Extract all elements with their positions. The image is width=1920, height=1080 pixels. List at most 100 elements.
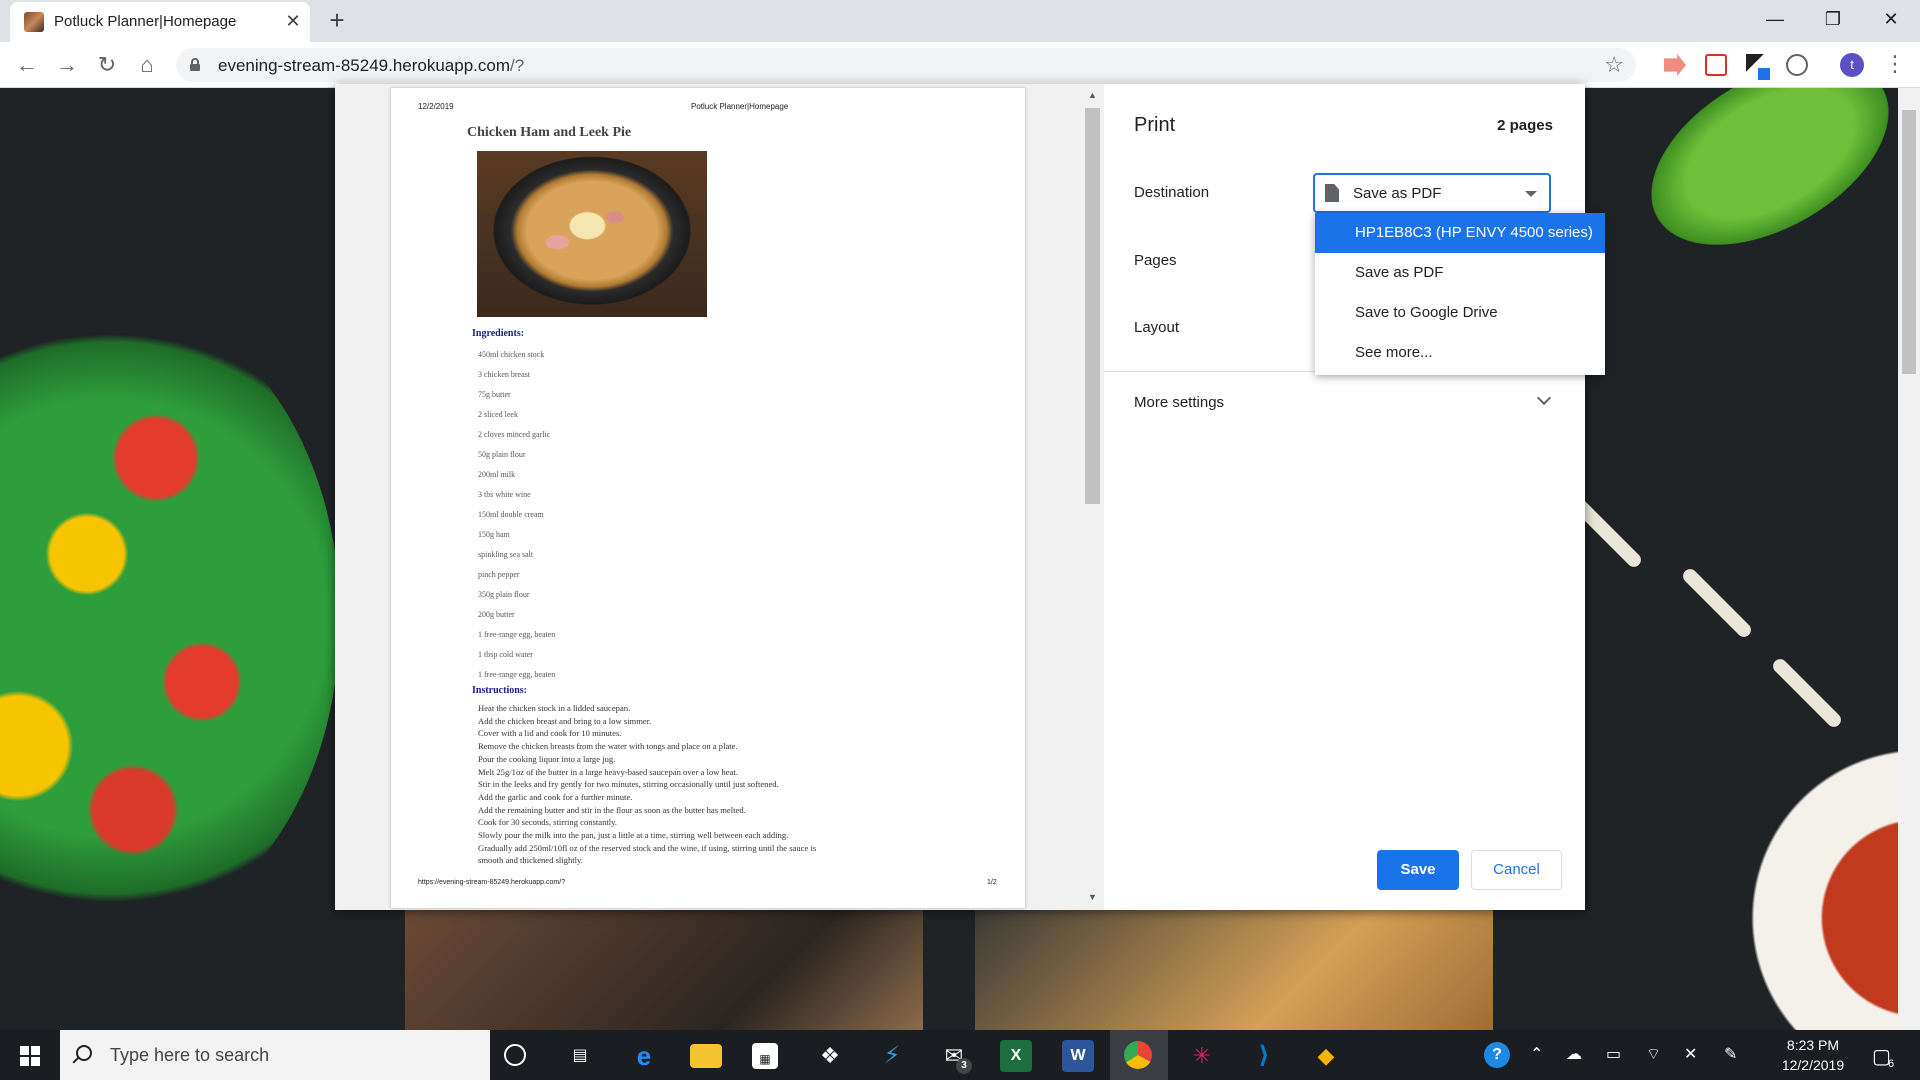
instruction-line: Pour the cooking liquor into a large jug… <box>478 753 616 764</box>
recipe-photo <box>477 151 707 317</box>
reload-button[interactable]: ↻ <box>91 49 123 81</box>
destination-option-hp-printer[interactable]: HP1EB8C3 (HP ENVY 4500 series) <box>1315 213 1605 253</box>
tab-strip: Potluck Planner|Homepage ✕ + — ❐ ✕ <box>0 0 1920 42</box>
preview-header-date: 12/2/2019 <box>418 102 454 111</box>
print-dialog: 12/2/2019 Potluck Planner|Homepage Chick… <box>335 84 1605 910</box>
browser-tab[interactable]: Potluck Planner|Homepage ✕ <box>10 2 310 42</box>
document-icon <box>1325 184 1339 202</box>
address-bar[interactable]: evening-stream-85249.herokuapp.com/? ☆ <box>176 48 1636 82</box>
url-text[interactable]: evening-stream-85249.herokuapp.com/? <box>218 56 524 76</box>
site-favicon-icon <box>24 12 44 32</box>
notification-count: 6 <box>1888 1058 1895 1070</box>
ingredient-item: 75g butter <box>478 390 511 399</box>
bookmark-star-icon[interactable]: ☆ <box>1604 52 1624 78</box>
new-tab-button[interactable]: + <box>322 6 352 36</box>
ingredients-heading: Ingredients: <box>472 328 525 339</box>
destination-option-save-pdf[interactable]: Save as PDF <box>1315 253 1605 293</box>
slack-icon[interactable]: ✳ <box>1186 1040 1218 1072</box>
instruction-line: Slowly pour the milk into the pan, just … <box>478 830 789 840</box>
more-settings-toggle[interactable]: More settings <box>1134 394 1224 411</box>
print-settings-panel: Print 2 pages Destination Save as PDF Pa… <box>1104 84 1605 910</box>
battery-icon[interactable]: ▭ <box>1606 1044 1621 1064</box>
ingredient-item: 1 tbsp cold water <box>478 650 533 659</box>
chevron-down-icon[interactable] <box>1536 390 1552 406</box>
store-icon[interactable]: ▦ <box>752 1043 778 1069</box>
minimize-button[interactable]: — <box>1755 4 1795 34</box>
instruction-line: Melt 25g/1oz of the butter in a large he… <box>478 766 738 777</box>
taskbar-clock[interactable]: 8:23 PM 12/2/2019 <box>1768 1035 1858 1075</box>
pen-icon[interactable]: ✎ <box>1724 1044 1737 1064</box>
ingredient-item: 150ml double cream <box>478 510 544 519</box>
taskbar-search-box[interactable]: Type here to search <box>60 1030 490 1080</box>
instruction-line: Cover with a lid and cook for 10 minutes… <box>478 728 622 739</box>
destination-value: Save as PDF <box>1353 185 1442 202</box>
git-kraken-icon[interactable]: ◆ <box>1310 1040 1342 1072</box>
preview-scrollbar-thumb[interactable] <box>1085 108 1100 504</box>
volume-muted-icon[interactable]: ✕ <box>1684 1044 1697 1064</box>
forward-button[interactable]: → <box>51 49 83 81</box>
help-icon[interactable]: ? <box>1484 1042 1510 1068</box>
search-icon <box>76 1045 92 1061</box>
bowl-illustration <box>1740 708 1920 1030</box>
wifi-icon[interactable]: ⌔ <box>1646 1044 1661 1064</box>
scroll-up-icon[interactable]: ▲ <box>1085 90 1100 100</box>
chrome-icon[interactable] <box>1124 1041 1152 1069</box>
dropdown-caret-icon <box>1525 191 1537 197</box>
ingredient-item: 1 free-range egg, beaten <box>478 630 556 639</box>
pocket-extension-icon[interactable] <box>1705 54 1727 76</box>
instruction-line: Add the chicken breast and bring to a lo… <box>478 715 652 726</box>
ingredient-item: 150g ham <box>478 530 510 539</box>
ingredient-item: 2 sliced leek <box>478 410 518 419</box>
windows-taskbar: Type here to search ▤ e ▦ ❖ ⚡ ✉ 3 X W ✳ … <box>0 1030 1920 1080</box>
ingredient-item: 450ml chicken stock <box>478 350 545 359</box>
ingredient-item: 200ml milk <box>478 470 516 479</box>
dropbox-icon[interactable]: ❖ <box>814 1040 846 1072</box>
preview-footer-url: https://evening-stream-85249.herokuapp.c… <box>418 879 566 886</box>
instruction-line: Add the garlic and cook for a further mi… <box>478 791 633 802</box>
excel-icon[interactable]: X <box>1000 1040 1032 1072</box>
vscode-icon[interactable]: ⟩ <box>1248 1040 1280 1072</box>
layout-label: Layout <box>1134 319 1180 336</box>
azure-icon[interactable]: ⚡ <box>876 1040 908 1072</box>
ingredient-item: 3 tbs white wine <box>478 490 531 499</box>
restore-button[interactable]: ❐ <box>1813 4 1853 34</box>
cancel-button[interactable]: Cancel <box>1471 850 1562 890</box>
print-title: Print <box>1134 114 1176 136</box>
home-button[interactable]: ⌂ <box>131 49 163 81</box>
extension-arrow-icon[interactable] <box>1664 54 1686 76</box>
ingredient-item: spinkling sea salt <box>478 550 534 559</box>
preview-page: 12/2/2019 Potluck Planner|Homepage Chick… <box>391 88 1025 908</box>
search-placeholder: Type here to search <box>110 1045 270 1065</box>
recipe-title: Chicken Ham and Leek Pie <box>467 125 632 140</box>
profile-avatar[interactable]: t <box>1840 53 1864 77</box>
save-button[interactable]: Save <box>1377 850 1459 890</box>
chevron-up-icon[interactable]: ⌃ <box>1530 1044 1543 1064</box>
destination-select[interactable]: Save as PDF <box>1313 173 1551 213</box>
cortana-icon[interactable] <box>504 1044 526 1066</box>
back-button[interactable]: ← <box>11 49 43 81</box>
scroll-down-icon[interactable]: ▼ <box>1085 892 1100 902</box>
file-explorer-icon[interactable] <box>690 1044 722 1068</box>
instruction-line: Stir in the leeks and fry gently for two… <box>478 779 779 790</box>
close-window-button[interactable]: ✕ <box>1871 4 1911 34</box>
edge-icon[interactable]: e <box>628 1040 660 1072</box>
task-view-icon[interactable]: ▤ <box>564 1040 596 1072</box>
circle-extension-icon[interactable] <box>1786 54 1808 76</box>
clock-time: 8:23 PM <box>1786 1037 1840 1053</box>
cucumber-illustration <box>1619 88 1920 283</box>
instruction-line: Cook for 30 seconds, stirring constantly… <box>478 817 618 828</box>
word-icon[interactable]: W <box>1062 1040 1094 1072</box>
lock-icon[interactable] <box>190 58 200 71</box>
ingredient-item: 200g butter <box>478 610 515 619</box>
tab-close-icon[interactable]: ✕ <box>282 10 304 32</box>
windows-start-icon[interactable] <box>20 1046 40 1066</box>
destination-option-see-more[interactable]: See more... <box>1315 333 1605 373</box>
browser-toolbar: ← → ↻ ⌂ evening-stream-85249.herokuapp.c… <box>0 42 1920 88</box>
pages-label: Pages <box>1134 252 1177 269</box>
page-scrollbar-thumb[interactable] <box>1902 110 1916 374</box>
chrome-menu-icon[interactable]: ⋮ <box>1884 50 1906 78</box>
onedrive-icon[interactable]: ☁ <box>1566 1044 1582 1064</box>
destination-option-google-drive[interactable]: Save to Google Drive <box>1315 293 1605 333</box>
ingredient-item: 1 free-range egg, beaten <box>478 670 556 679</box>
instruction-line: smooth and thickened slightly. <box>478 855 583 866</box>
